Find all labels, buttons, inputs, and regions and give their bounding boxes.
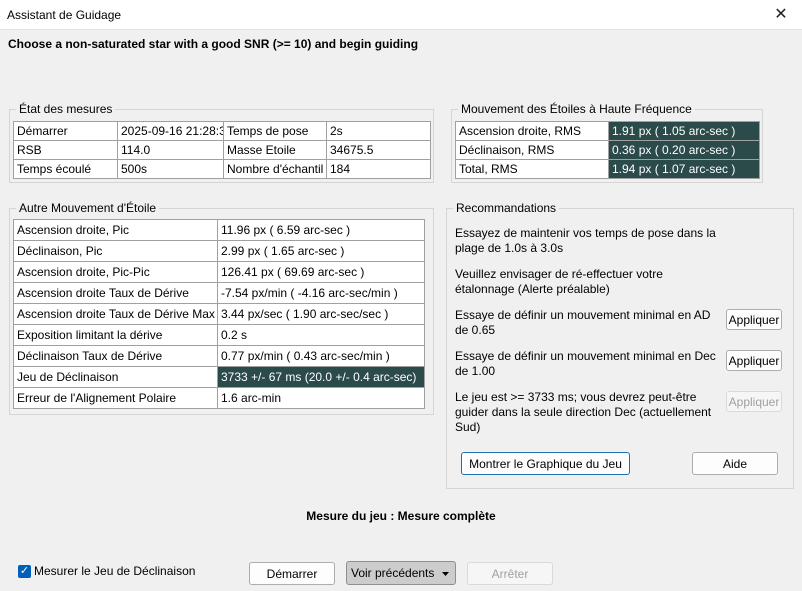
high-frequency-table: Ascension droite, RMS 1.91 px ( 1.05 arc… (455, 121, 760, 179)
table-cell: Temps de pose (223, 121, 327, 141)
table-cell: RSB (13, 140, 118, 160)
table-cell: 34675.5 (326, 140, 431, 160)
status-text: Mesure du jeu : Mesure complète (306, 509, 496, 523)
table-row: Exposition limitant la dérive 0.2 s (13, 324, 425, 346)
table-cell: Total, RMS (455, 159, 609, 179)
checkbox-label: Mesurer le Jeu de Déclinaison (34, 564, 196, 578)
chevron-down-icon (441, 563, 450, 585)
table-cell: Ascension droite, RMS (455, 121, 609, 141)
measurements-table: Démarrer 2025-09-16 21:28:32 Temps de po… (13, 121, 431, 179)
measure-backlash-checkbox[interactable]: ✓ Mesurer le Jeu de Déclinaison (18, 564, 195, 578)
table-cell: 1.6 arc-min (217, 387, 425, 409)
table-row: Temps écoulé 500s Nombre d'échantil 184 (13, 159, 431, 179)
table-cell: 1.94 px ( 1.07 arc-sec ) (608, 159, 760, 179)
recommendation-text: Essaye de définir un mouvement minimal e… (455, 349, 716, 378)
table-row: Ascension droite, Pic-Pic 126.41 px ( 69… (13, 261, 425, 283)
apply-dec-min-move-button[interactable]: Appliquer (726, 350, 782, 371)
table-cell: 114.0 (117, 140, 224, 160)
table-row: RSB 114.0 Masse Etoile 34675.5 (13, 140, 431, 160)
recommendation-text: Essayez de maintenir vos temps de pose d… (455, 226, 716, 255)
table-cell: Ascension droite, Pic-Pic (13, 261, 218, 283)
table-cell: Exposition limitant la dérive (13, 324, 218, 346)
table-cell: 2.99 px ( 1.65 arc-sec ) (217, 240, 425, 262)
table-cell: Démarrer (13, 121, 118, 141)
show-backlash-graph-button[interactable]: Montrer le Graphique du Jeu (461, 452, 630, 475)
recommendation-text: Le jeu est >= 3733 ms; vous devrez peut-… (455, 390, 712, 434)
window-title: Assistant de Guidage (7, 8, 122, 22)
table-cell: 11.96 px ( 6.59 arc-sec ) (217, 219, 425, 241)
table-row: Erreur de l'Alignement Polaire 1.6 arc-m… (13, 387, 425, 409)
table-cell: Déclinaison, RMS (455, 140, 609, 160)
table-row: Déclinaison, RMS 0.36 px ( 0.20 arc-sec … (455, 140, 760, 160)
table-cell: Erreur de l'Alignement Polaire (13, 387, 218, 409)
table-cell: 126.41 px ( 69.69 arc-sec ) (217, 261, 425, 283)
table-cell: 3.44 px/sec ( 1.90 arc-sec/sec ) (217, 303, 425, 325)
table-row: Démarrer 2025-09-16 21:28:32 Temps de po… (13, 121, 431, 141)
help-button[interactable]: Aide (692, 452, 778, 475)
close-icon[interactable]: ✕ (768, 2, 794, 28)
table-row: Déclinaison, Pic 2.99 px ( 1.65 arc-sec … (13, 240, 425, 262)
table-cell: 500s (117, 159, 224, 179)
table-row: Ascension droite, Pic 11.96 px ( 6.59 ar… (13, 219, 425, 241)
table-cell: Jeu de Déclinaison (13, 366, 218, 388)
table-cell: 2025-09-16 21:28:32 (117, 121, 224, 141)
recommendation-text: Essaye de définir un mouvement minimal e… (455, 308, 711, 337)
table-row: Déclinaison Taux de Dérive 0.77 px/min (… (13, 345, 425, 367)
high-frequency-title: Mouvement des Étoiles à Haute Fréquence (458, 102, 695, 116)
recommendation-text: Veuillez envisager de ré-effectuer votre… (455, 267, 663, 296)
previous-dropdown-label: Voir précédents (351, 566, 435, 580)
table-cell: 3733 +/- 67 ms (20.0 +/- 0.4 arc-sec) (217, 366, 425, 388)
table-cell: Ascension droite Taux de Dérive Max (13, 303, 218, 325)
other-motion-title: Autre Mouvement d'Étoile (16, 201, 160, 215)
table-cell: Masse Etoile (223, 140, 327, 160)
start-button[interactable]: Démarrer (249, 562, 335, 585)
apply-dec-guide-mode-button[interactable]: Appliquer (726, 391, 782, 412)
table-row: Jeu de Déclinaison 3733 +/- 67 ms (20.0 … (13, 366, 425, 388)
stop-button[interactable]: Arrêter (467, 562, 553, 585)
table-cell: 1.91 px ( 1.05 arc-sec ) (608, 121, 760, 141)
recommendations-title: Recommandations (453, 201, 560, 215)
other-motion-table: Ascension droite, Pic 11.96 px ( 6.59 ar… (13, 219, 425, 409)
table-cell: 0.77 px/min ( 0.43 arc-sec/min ) (217, 345, 425, 367)
apply-ra-min-move-button[interactable]: Appliquer (726, 309, 782, 330)
table-cell: -7.54 px/min ( -4.16 arc-sec/min ) (217, 282, 425, 304)
table-cell: Ascension droite, Pic (13, 219, 218, 241)
measurements-title: État des mesures (16, 102, 116, 116)
table-cell: Déclinaison, Pic (13, 240, 218, 262)
table-cell: 2s (326, 121, 431, 141)
table-cell: Ascension droite Taux de Dérive (13, 282, 218, 304)
table-row: Ascension droite Taux de Dérive -7.54 px… (13, 282, 425, 304)
table-cell: 0.2 s (217, 324, 425, 346)
previous-dropdown-button[interactable]: Voir précédents (346, 561, 456, 585)
title-bar: Assistant de Guidage ✕ (0, 0, 802, 30)
checkmark-icon[interactable]: ✓ (18, 564, 31, 578)
instruction-text: Choose a non-saturated star with a good … (8, 37, 419, 51)
table-row: Ascension droite Taux de Dérive Max 3.44… (13, 303, 425, 325)
table-row: Ascension droite, RMS 1.91 px ( 1.05 arc… (455, 121, 760, 141)
table-cell: 184 (326, 159, 431, 179)
table-cell: Déclinaison Taux de Dérive (13, 345, 218, 367)
table-cell: Nombre d'échantil (223, 159, 327, 179)
table-cell: 0.36 px ( 0.20 arc-sec ) (608, 140, 760, 160)
table-cell: Temps écoulé (13, 159, 118, 179)
table-row: Total, RMS 1.94 px ( 1.07 arc-sec ) (455, 159, 760, 179)
